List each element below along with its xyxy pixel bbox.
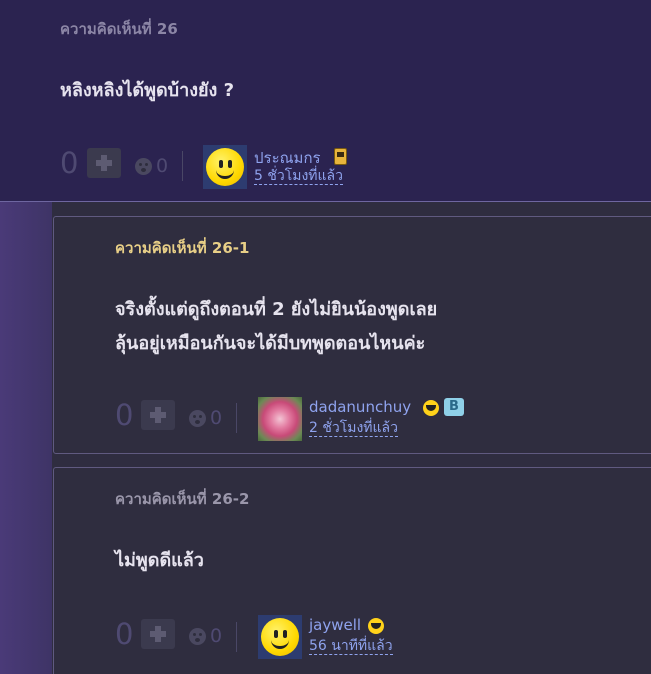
phone-icon xyxy=(334,148,347,165)
username-link[interactable]: dadanunchuy xyxy=(309,398,411,416)
timestamp-link[interactable]: 5 ชั่วโมงที่แล้ว xyxy=(254,168,343,185)
smiley-avatar[interactable] xyxy=(258,615,302,659)
divider xyxy=(236,622,237,652)
laughing-emoji-icon xyxy=(368,618,384,634)
comment-header: ความคิดเห็นที่ 26 xyxy=(60,20,178,38)
timestamp-link[interactable]: 2 ชั่วโมงที่แล้ว xyxy=(309,420,398,437)
reply-26-1: ความคิดเห็นที่ 26-1 จริงตั้งแต่ดูถึงตอนท… xyxy=(53,216,651,454)
emotion-count: 0 xyxy=(156,155,169,177)
vote-plus-button[interactable] xyxy=(141,400,175,430)
rose-avatar[interactable] xyxy=(258,397,302,441)
comment-header: ความคิดเห็นที่ 26-2 xyxy=(115,490,250,508)
emotion-count: 0 xyxy=(210,407,223,429)
vote-plus-button[interactable] xyxy=(87,148,121,178)
comment-body-line: ลุ้นอยู่เหมือนกันจะได้มีบทพูดตอนไหนค่ะ xyxy=(115,333,426,354)
vote-count: 0 xyxy=(60,146,79,180)
comment-body-line: หลิงหลิงได้พูดบ้างยัง ? xyxy=(60,80,235,101)
comment-header: ความคิดเห็นที่ 26-1 xyxy=(115,239,250,257)
vote-plus-button[interactable] xyxy=(141,619,175,649)
timestamp-link[interactable]: 56 นาทีที่แล้ว xyxy=(309,638,393,655)
emotion-icon[interactable] xyxy=(189,628,206,645)
divider xyxy=(236,403,237,433)
comment-body-line: ไม่พูดดีแล้ว xyxy=(115,550,204,571)
divider xyxy=(182,151,183,181)
emotion-count: 0 xyxy=(210,625,223,647)
username-link[interactable]: jaywell xyxy=(309,616,361,634)
comment-body-line: จริงตั้งแต่ดูถึงตอนที่ 2 ยังไม่ยินน้องพู… xyxy=(115,299,438,320)
username-link[interactable]: ประณมกร xyxy=(254,146,321,170)
vote-count: 0 xyxy=(115,398,134,432)
smiley-avatar[interactable] xyxy=(203,145,247,189)
reply-26-2: ความคิดเห็นที่ 26-2 ไม่พูดดีแล้ว 0 0 jay… xyxy=(53,467,651,674)
emotion-icon[interactable] xyxy=(189,410,206,427)
vote-count: 0 xyxy=(115,617,134,651)
laughing-emoji-icon xyxy=(423,400,439,416)
b-icon: B xyxy=(444,398,464,416)
comment-26: ความคิดเห็นที่ 26 หลิงหลิงได้พูดบ้างยัง … xyxy=(0,0,651,202)
emotion-icon[interactable] xyxy=(135,158,152,175)
